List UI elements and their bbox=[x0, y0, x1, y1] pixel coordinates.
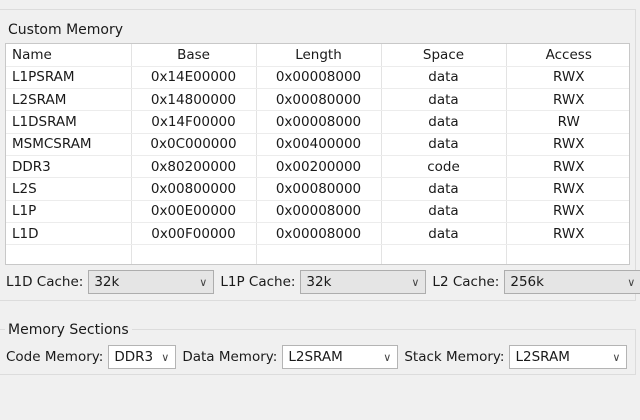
table-row[interactable]: L2SRAM 0x14800000 0x00080000 data RWX bbox=[6, 88, 629, 112]
cell-space: data bbox=[381, 177, 507, 201]
cell-base: 0x0C000000 bbox=[131, 133, 257, 156]
cell-name: L2S bbox=[6, 177, 132, 201]
cell-base: 0x14F00000 bbox=[131, 110, 257, 134]
cell-base: 0x14E00000 bbox=[131, 66, 257, 90]
stack-memory-label: Stack Memory: bbox=[404, 349, 505, 365]
cell-space: data bbox=[381, 133, 507, 156]
cell-access: RWX bbox=[506, 177, 629, 201]
data-memory-select[interactable]: L2SRAM ∨ bbox=[282, 345, 399, 369]
empty-row bbox=[6, 244, 629, 264]
cell-base: 0x00F00000 bbox=[131, 222, 257, 246]
cell-length: 0x00008000 bbox=[256, 222, 382, 246]
cell-name: L1DSRAM bbox=[6, 110, 132, 134]
chevron-down-icon: ∨ bbox=[411, 275, 420, 289]
chevron-down-icon: ∨ bbox=[199, 275, 208, 289]
cell-name: MSMCSRAM bbox=[6, 133, 132, 156]
cell-access: RWX bbox=[506, 222, 629, 246]
cell-space: data bbox=[381, 88, 507, 112]
code-memory-select[interactable]: DDR3 ∨ bbox=[108, 345, 177, 369]
cell-access: RWX bbox=[506, 66, 629, 90]
l2-cache-select[interactable]: 256k ∨ bbox=[504, 270, 640, 294]
cell-length: 0x00008000 bbox=[256, 110, 382, 134]
cell-name: L1P bbox=[6, 200, 132, 223]
data-memory-label: Data Memory: bbox=[182, 349, 278, 365]
cell-length: 0x00400000 bbox=[256, 133, 382, 156]
cell-access: RW bbox=[506, 110, 629, 134]
l1d-cache-value: 32k bbox=[94, 274, 120, 290]
table-row[interactable]: L1DSRAM 0x14F00000 0x00008000 data RW bbox=[6, 110, 629, 134]
custom-memory-title: Custom Memory bbox=[5, 22, 127, 39]
l2-cache-label: L2 Cache: bbox=[432, 274, 500, 290]
cell-space: code bbox=[381, 155, 507, 179]
table-header-row: Name Base Length Space Access bbox=[6, 44, 629, 67]
cell-access: RWX bbox=[506, 200, 629, 223]
cell-length: 0x00080000 bbox=[256, 177, 382, 201]
stack-memory-value: L2SRAM bbox=[515, 349, 570, 365]
table-row[interactable]: L1PSRAM 0x14E00000 0x00008000 data RWX bbox=[6, 66, 629, 90]
cell-base: 0x00E00000 bbox=[131, 200, 257, 223]
l1p-cache-value: 32k bbox=[306, 274, 332, 290]
column-header-length[interactable]: Length bbox=[256, 44, 382, 67]
code-memory-label: Code Memory: bbox=[6, 349, 104, 365]
cell-name: L2SRAM bbox=[6, 88, 132, 112]
table-row[interactable]: DDR3 0x80200000 0x00200000 code RWX bbox=[6, 155, 629, 179]
cell-base: 0x80200000 bbox=[131, 155, 257, 179]
l2-cache-value: 256k bbox=[510, 274, 544, 290]
custom-memory-table: Name Base Length Space Access L1PSRAM 0x… bbox=[5, 43, 630, 265]
code-memory-value: DDR3 bbox=[114, 349, 154, 365]
memory-sections-row: Code Memory: DDR3 ∨ Data Memory: L2SRAM … bbox=[6, 345, 633, 369]
cell-access: RWX bbox=[506, 133, 629, 156]
data-memory-value: L2SRAM bbox=[288, 349, 343, 365]
cell-length: 0x00200000 bbox=[256, 155, 382, 179]
stack-memory-select[interactable]: L2SRAM ∨ bbox=[509, 345, 628, 369]
column-header-access[interactable]: Access bbox=[506, 44, 629, 67]
cell-access: RWX bbox=[506, 155, 629, 179]
l1p-cache-label: L1P Cache: bbox=[220, 274, 296, 290]
table-row[interactable]: L2S 0x00800000 0x00080000 data RWX bbox=[6, 177, 629, 201]
cache-settings-row: L1D Cache: 32k ∨ L1P Cache: 32k ∨ L2 Cac… bbox=[6, 270, 640, 294]
cell-space: data bbox=[381, 110, 507, 134]
cell-base: 0x00800000 bbox=[131, 177, 257, 201]
cell-access: RWX bbox=[506, 88, 629, 112]
cell-length: 0x00008000 bbox=[256, 66, 382, 90]
cell-base: 0x14800000 bbox=[131, 88, 257, 112]
table-row[interactable]: L1D 0x00F00000 0x00008000 data RWX bbox=[6, 222, 629, 246]
cell-name: DDR3 bbox=[6, 155, 132, 179]
l1p-cache-select[interactable]: 32k ∨ bbox=[300, 270, 427, 294]
table-row[interactable]: MSMCSRAM 0x0C000000 0x00400000 data RWX bbox=[6, 133, 629, 156]
cell-space: data bbox=[381, 200, 507, 223]
cell-name: L1PSRAM bbox=[6, 66, 132, 90]
l1d-cache-label: L1D Cache: bbox=[6, 274, 84, 290]
cell-length: 0x00008000 bbox=[256, 200, 382, 223]
column-header-space[interactable]: Space bbox=[381, 44, 507, 67]
column-header-base[interactable]: Base bbox=[131, 44, 257, 67]
table-row[interactable]: L1P 0x00E00000 0x00008000 data RWX bbox=[6, 200, 629, 223]
memory-sections-title: Memory Sections bbox=[5, 322, 132, 339]
cell-space: data bbox=[381, 66, 507, 90]
cell-length: 0x00080000 bbox=[256, 88, 382, 112]
chevron-down-icon: ∨ bbox=[161, 350, 170, 364]
chevron-down-icon: ∨ bbox=[383, 350, 392, 364]
column-header-name[interactable]: Name bbox=[6, 44, 132, 67]
chevron-down-icon: ∨ bbox=[627, 275, 636, 289]
cell-space: data bbox=[381, 222, 507, 246]
l1d-cache-select[interactable]: 32k ∨ bbox=[88, 270, 215, 294]
chevron-down-icon: ∨ bbox=[612, 350, 621, 364]
cell-name: L1D bbox=[6, 222, 132, 246]
